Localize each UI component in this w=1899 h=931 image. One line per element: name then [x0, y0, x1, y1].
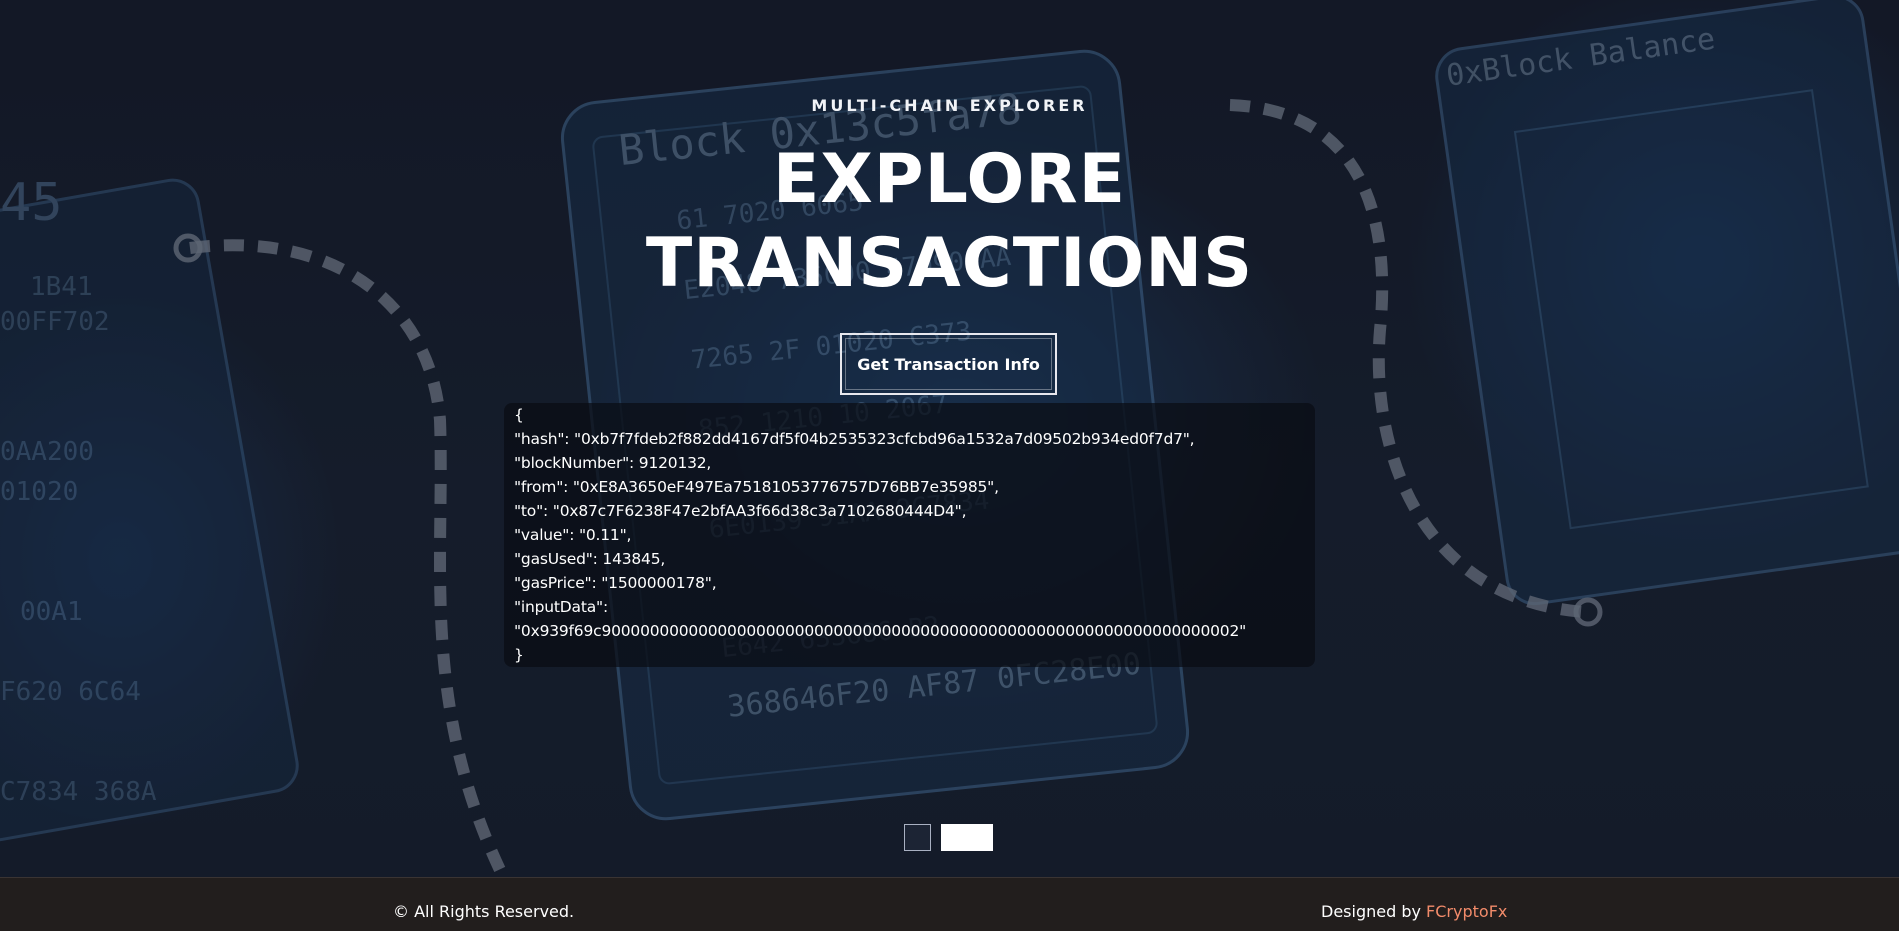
result-line: } — [514, 646, 524, 664]
result-line-gas-price: "gasPrice": "1500000178", — [514, 574, 717, 592]
hero-content: MULTI-CHAIN EXPLORER EXPLORE TRANSACTION… — [0, 0, 1899, 877]
result-line: { — [514, 406, 524, 424]
title-line-1: EXPLORE — [772, 140, 1127, 219]
title-line-2: TRANSACTIONS — [645, 224, 1254, 303]
designed-by: Designed by FCryptoFx — [1321, 902, 1507, 921]
pagination-dot-1[interactable] — [904, 824, 931, 851]
designer-link[interactable]: FCryptoFx — [1426, 902, 1507, 921]
result-line-input-data-value: "0x939f69c900000000000000000000000000000… — [514, 622, 1247, 640]
copyright-text: © All Rights Reserved. — [393, 902, 575, 921]
footer: © All Rights Reserved. Designed by FCryp… — [0, 877, 1899, 931]
transaction-result-panel: { "hash": "0xb7f7fdeb2f882dd4167df5f04b2… — [504, 403, 1315, 667]
result-line-value: "value": "0.11", — [514, 526, 632, 544]
result-line-input-data-key: "inputData": — [514, 598, 608, 616]
slider-pagination — [0, 824, 1899, 852]
result-line-to: "to": "0x87c7F6238F47e2bfAA3f66d38c3a710… — [514, 502, 967, 520]
result-line-gas-used: "gasUsed": 143845, — [514, 550, 666, 568]
get-transaction-info-button[interactable]: Get Transaction Info — [840, 333, 1057, 395]
pagination-dot-2-active[interactable] — [941, 824, 993, 851]
designed-by-prefix: Designed by — [1321, 902, 1427, 921]
result-line-hash: "hash": "0xb7f7fdeb2f882dd4167df5f04b253… — [514, 430, 1195, 448]
result-line-from: "from": "0xE8A3650eF497Ea75181053776757D… — [514, 478, 999, 496]
result-line-block-number: "blockNumber": 9120132, — [514, 454, 712, 472]
hero-eyebrow: MULTI-CHAIN EXPLORER — [811, 96, 1088, 115]
page-title: EXPLORE TRANSACTIONS — [0, 138, 1899, 306]
